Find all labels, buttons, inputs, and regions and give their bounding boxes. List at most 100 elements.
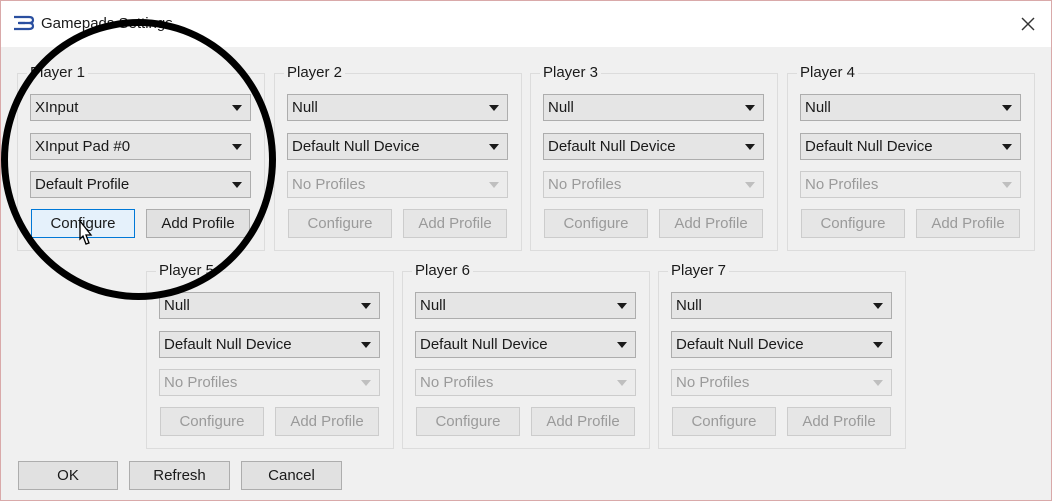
configure-button: Configure [288, 209, 392, 238]
chevron-down-icon [873, 303, 883, 309]
player-group-2: Player 2 Null Default Null Device No Profil… [274, 63, 522, 251]
profile-dropdown-value: No Profiles [420, 374, 494, 391]
device-dropdown-value: Default Null Device [164, 336, 292, 353]
player-group-6: Player 6 Null Default Null Device No Profil… [402, 261, 650, 449]
handler-dropdown-value: Null [292, 99, 318, 116]
gamepads-settings-window: Gamepads Settings Player 1 XInput XInput P… [0, 0, 1052, 501]
chevron-down-icon [232, 105, 242, 111]
device-dropdown-value: Default Null Device [292, 138, 420, 155]
profile-dropdown: No Profiles [415, 369, 636, 396]
device-dropdown[interactable]: Default Null Device [543, 133, 764, 160]
configure-button: Configure [672, 407, 776, 436]
device-dropdown[interactable]: Default Null Device [159, 331, 380, 358]
device-dropdown[interactable]: Default Null Device [671, 331, 892, 358]
profile-dropdown: No Profiles [800, 171, 1021, 198]
player-group-label: Player 3 [540, 63, 602, 83]
handler-dropdown-value: XInput [35, 99, 79, 116]
player-group-3: Player 3 Null Default Null Device No Profil… [530, 63, 778, 251]
profile-dropdown: No Profiles [543, 171, 764, 198]
add-profile-button: Add Profile [275, 407, 379, 436]
handler-dropdown-value: Null [805, 99, 831, 116]
player-group-7: Player 7 Null Default Null Device No Profil… [658, 261, 906, 449]
device-dropdown[interactable]: XInput Pad #0 [30, 133, 251, 160]
profile-dropdown: No Profiles [671, 369, 892, 396]
device-dropdown-value: Default Null Device [676, 336, 804, 353]
ok-button[interactable]: OK [18, 461, 118, 490]
add-profile-button: Add Profile [916, 209, 1020, 238]
player-group-label: Player 7 [668, 261, 730, 281]
add-profile-button: Add Profile [531, 407, 635, 436]
chevron-down-icon [745, 182, 755, 188]
device-dropdown-value: Default Null Device [548, 138, 676, 155]
chevron-down-icon [873, 380, 883, 386]
handler-dropdown[interactable]: Null [800, 94, 1021, 121]
handler-dropdown-value: Null [676, 297, 702, 314]
chevron-down-icon [617, 303, 627, 309]
configure-button: Configure [801, 209, 905, 238]
device-dropdown[interactable]: Default Null Device [415, 331, 636, 358]
handler-dropdown-value: Null [420, 297, 446, 314]
device-dropdown-value: Default Null Device [420, 336, 548, 353]
profile-dropdown-value: No Profiles [164, 374, 238, 391]
profile-dropdown-value: No Profiles [292, 176, 366, 193]
handler-dropdown[interactable]: XInput [30, 94, 251, 121]
handler-dropdown[interactable]: Null [159, 292, 380, 319]
player-group-label: Player 6 [412, 261, 474, 281]
profile-dropdown-value: No Profiles [805, 176, 879, 193]
configure-button: Configure [416, 407, 520, 436]
cancel-button[interactable]: Cancel [241, 461, 342, 490]
profile-dropdown: No Profiles [159, 369, 380, 396]
handler-dropdown[interactable]: Null [415, 292, 636, 319]
close-button[interactable] [1013, 9, 1043, 39]
handler-dropdown-value: Null [164, 297, 190, 314]
player-group-label: Player 5 [156, 261, 218, 281]
chevron-down-icon [1002, 105, 1012, 111]
player-group-label: Player 1 [27, 63, 89, 83]
player-group-4: Player 4 Null Default Null Device No Profil… [787, 63, 1035, 251]
player-group-label: Player 4 [797, 63, 859, 83]
handler-dropdown[interactable]: Null [543, 94, 764, 121]
device-dropdown-value: Default Null Device [805, 138, 933, 155]
add-profile-button: Add Profile [787, 407, 891, 436]
profile-dropdown: No Profiles [287, 171, 508, 198]
configure-button: Configure [544, 209, 648, 238]
handler-dropdown[interactable]: Null [287, 94, 508, 121]
chevron-down-icon [617, 380, 627, 386]
mouse-pointer-icon [75, 219, 93, 253]
window-title: Gamepads Settings [41, 15, 173, 32]
add-profile-button[interactable]: Add Profile [146, 209, 250, 238]
profile-dropdown[interactable]: Default Profile [30, 171, 251, 198]
player-group-5: Player 5 Null Default Null Device No Profil… [146, 261, 394, 449]
player-group-1: Player 1 XInput XInput Pad #0 Default Profi… [17, 63, 265, 251]
handler-dropdown[interactable]: Null [671, 292, 892, 319]
title-bar: Gamepads Settings [1, 1, 1051, 47]
add-profile-button: Add Profile [403, 209, 507, 238]
device-dropdown[interactable]: Default Null Device [800, 133, 1021, 160]
chevron-down-icon [745, 105, 755, 111]
chevron-down-icon [361, 342, 371, 348]
close-icon [1021, 17, 1035, 31]
player-group-label: Player 2 [284, 63, 346, 83]
app-logo-icon [13, 15, 35, 35]
chevron-down-icon [361, 303, 371, 309]
chevron-down-icon [232, 144, 242, 150]
device-dropdown[interactable]: Default Null Device [287, 133, 508, 160]
profile-dropdown-value: Default Profile [35, 176, 130, 193]
chevron-down-icon [617, 342, 627, 348]
chevron-down-icon [489, 144, 499, 150]
chevron-down-icon [489, 182, 499, 188]
chevron-down-icon [489, 105, 499, 111]
profile-dropdown-value: No Profiles [548, 176, 622, 193]
profile-dropdown-value: No Profiles [676, 374, 750, 391]
chevron-down-icon [232, 182, 242, 188]
chevron-down-icon [1002, 182, 1012, 188]
device-dropdown-value: XInput Pad #0 [35, 138, 131, 155]
configure-button: Configure [160, 407, 264, 436]
handler-dropdown-value: Null [548, 99, 574, 116]
chevron-down-icon [745, 144, 755, 150]
chevron-down-icon [361, 380, 371, 386]
chevron-down-icon [873, 342, 883, 348]
refresh-button[interactable]: Refresh [129, 461, 230, 490]
add-profile-button: Add Profile [659, 209, 763, 238]
chevron-down-icon [1002, 144, 1012, 150]
